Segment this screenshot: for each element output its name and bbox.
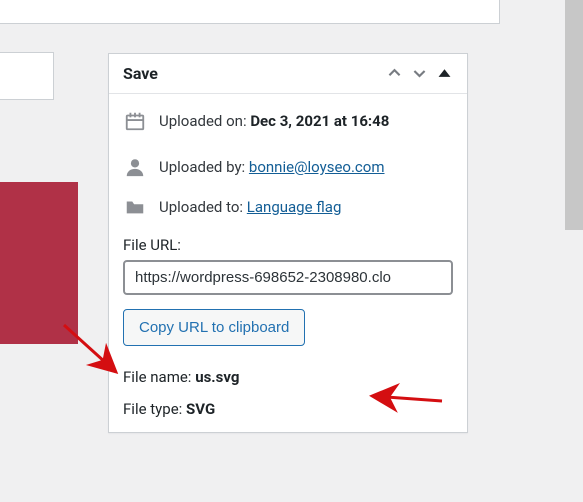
panel-header: Save xyxy=(109,54,467,94)
uploaded-to-link[interactable]: Language flag xyxy=(247,198,342,216)
uploaded-by-row: Uploaded by: bonnie@loyseo.com xyxy=(123,156,453,178)
uploaded-to-label: Uploaded to: xyxy=(159,198,243,216)
uploaded-by-link[interactable]: bonnie@loyseo.com xyxy=(249,158,385,176)
file-url-input[interactable] xyxy=(123,260,453,295)
file-name-row: File name: us.svg xyxy=(123,368,453,386)
uploaded-to-row: Uploaded to: Language flag xyxy=(123,196,453,218)
copy-url-button[interactable]: Copy URL to clipboard xyxy=(123,309,305,346)
save-panel: Save Uploaded on: Dec 3, 2021 at 16:48 xyxy=(108,53,468,433)
thumbnail-red-block xyxy=(0,182,78,344)
folder-icon xyxy=(123,196,147,218)
file-type-value: SVG xyxy=(186,400,215,418)
file-type-row: File type: SVG xyxy=(123,400,453,418)
partial-panel-top xyxy=(0,0,500,24)
file-name-value: us.svg xyxy=(195,368,239,386)
panel-body: Uploaded on: Dec 3, 2021 at 16:48 Upload… xyxy=(109,94,467,418)
collapse-triangle-icon[interactable] xyxy=(436,65,453,82)
file-name-label: File name: xyxy=(123,368,191,386)
uploaded-on-row: Uploaded on: Dec 3, 2021 at 16:48 xyxy=(123,110,453,132)
partial-panel-left xyxy=(0,52,54,100)
uploaded-by-text: Uploaded by: bonnie@loyseo.com xyxy=(159,158,385,176)
chevron-down-icon[interactable] xyxy=(411,65,428,82)
uploaded-on-value: Dec 3, 2021 at 16:48 xyxy=(250,112,389,130)
file-type-label: File type: xyxy=(123,400,182,418)
file-url-label: File URL: xyxy=(123,236,453,254)
uploaded-by-label: Uploaded by: xyxy=(159,158,245,176)
uploaded-to-text: Uploaded to: Language flag xyxy=(159,198,341,216)
panel-sort-controls xyxy=(386,65,453,82)
panel-title: Save xyxy=(123,64,158,83)
chevron-up-icon[interactable] xyxy=(386,65,403,82)
scrollbar[interactable] xyxy=(565,0,583,230)
uploaded-on-label: Uploaded on: xyxy=(159,112,247,130)
calendar-icon xyxy=(123,110,147,132)
uploaded-on-text: Uploaded on: Dec 3, 2021 at 16:48 xyxy=(159,112,389,130)
user-icon xyxy=(123,156,147,178)
